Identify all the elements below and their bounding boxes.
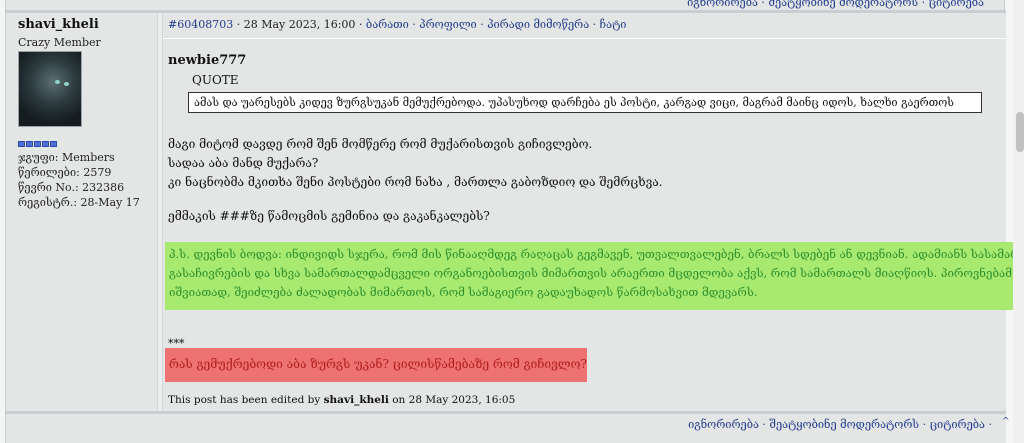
edit-notice: This post has been edited by shavi_kheli… <box>168 394 515 406</box>
ps-line: პ.ს. დევნის ბოდვა: ინდივიდს სჯერა, რომ მ… <box>169 247 1015 261</box>
previous-post-action-links[interactable]: იგნორირება · შეატყობინე მოდერატორს · ციტ… <box>687 0 984 9</box>
post-question: ემმაკის ###ზე წამოცმის გემინია და გაკანკ… <box>168 209 490 223</box>
header-divider <box>163 38 1006 39</box>
rank-pip <box>26 141 33 147</box>
author-group: ჯგუფი: Members <box>18 151 115 164</box>
profile-link[interactable]: პროფილი <box>419 18 476 31</box>
author-registered: რეგისტრ.: 28-May 17 <box>18 196 140 209</box>
post-content: #60408703 · 28 May 2023, 16:00 · ბარათი … <box>163 13 1019 411</box>
quote-box: ამას და უარესებს კიდევ ზურგსუკან მემუქრე… <box>188 92 982 113</box>
private-message-link[interactable]: პირადი მიმოწერა <box>487 18 589 31</box>
rank-pip <box>42 141 49 147</box>
post-footer-actions[interactable]: იგნორირება · შეატყობინე მოდერატორს · ციტ… <box>688 418 992 431</box>
avatar <box>18 51 82 127</box>
ps-line: იშვიათად, შეიძლება ძალადობას მიმართოს, რ… <box>169 285 758 299</box>
author-post-count: წერილები: 2579 <box>18 166 112 179</box>
post-body-line: კი ნაცნობმა მკითხა შენი პოსტები რომ ნახა… <box>168 175 663 189</box>
rank-pip <box>18 141 25 147</box>
author-member-number: წევრი No.: 232386 <box>18 181 125 194</box>
ps-line: გასაჩივრების და სხვა სამართალდამცველი ორ… <box>169 266 1015 280</box>
post-header: #60408703 · 28 May 2023, 16:00 · ბარათი … <box>168 18 627 31</box>
post-date: · 28 May 2023, 16:00 · <box>233 18 366 31</box>
ps-highlight: პ.ს. დევნის ბოდვა: ინდივიდს სჯერა, რომ მ… <box>165 242 1019 310</box>
footer-action-links[interactable]: იგნორირება · შეატყობინე მოდერატორს · ციტ… <box>688 418 992 431</box>
quote-author: newbie777 <box>168 53 247 68</box>
rank-pip <box>50 141 57 147</box>
chat-link[interactable]: ჩატი <box>600 18 627 31</box>
rank-pip <box>34 141 41 147</box>
rank-pips <box>18 141 57 147</box>
avatar-eye <box>64 82 69 86</box>
post-body-line: მაგი მიტომ დავდე რომ შენ მომწერე რომ მუქ… <box>168 137 593 151</box>
quote-label: QUOTE <box>192 73 239 87</box>
scrollbar-thumb[interactable] <box>1016 112 1024 152</box>
author-panel: shavi_kheli Crazy Member ჯგუფი: Members … <box>6 13 157 411</box>
post-frame: იგნორირება · შეატყობინე მოდერატორს · ციტ… <box>5 0 1019 443</box>
post-footer: იგნორირება · შეატყობინე მოდერატორს · ციტ… <box>6 414 1006 443</box>
post-id-link[interactable]: #60408703 <box>168 18 233 31</box>
card-link[interactable]: ბარათი <box>366 18 409 31</box>
previous-post-actions[interactable]: იგნორირება · შეატყობინე მოდერატორს · ციტ… <box>163 0 1006 10</box>
edit-notice-prefix: This post has been edited by <box>168 394 324 406</box>
author-username[interactable]: shavi_kheli <box>18 17 99 32</box>
scroll-top-icon[interactable]: ^ <box>1002 417 1010 427</box>
author-title: Crazy Member <box>18 36 101 49</box>
edit-notice-user: shavi_kheli <box>323 394 389 406</box>
red-highlight: რას გემუქრებოდი აბა ზურგს უკან? ცილისწამ… <box>165 348 587 382</box>
post-body-line: სადაა აბა მანდ მუქარა? <box>168 156 319 170</box>
edit-notice-suffix: on 28 May 2023, 16:05 <box>388 394 516 406</box>
page-scrollbar[interactable] <box>1013 0 1024 443</box>
avatar-eye <box>55 80 60 84</box>
